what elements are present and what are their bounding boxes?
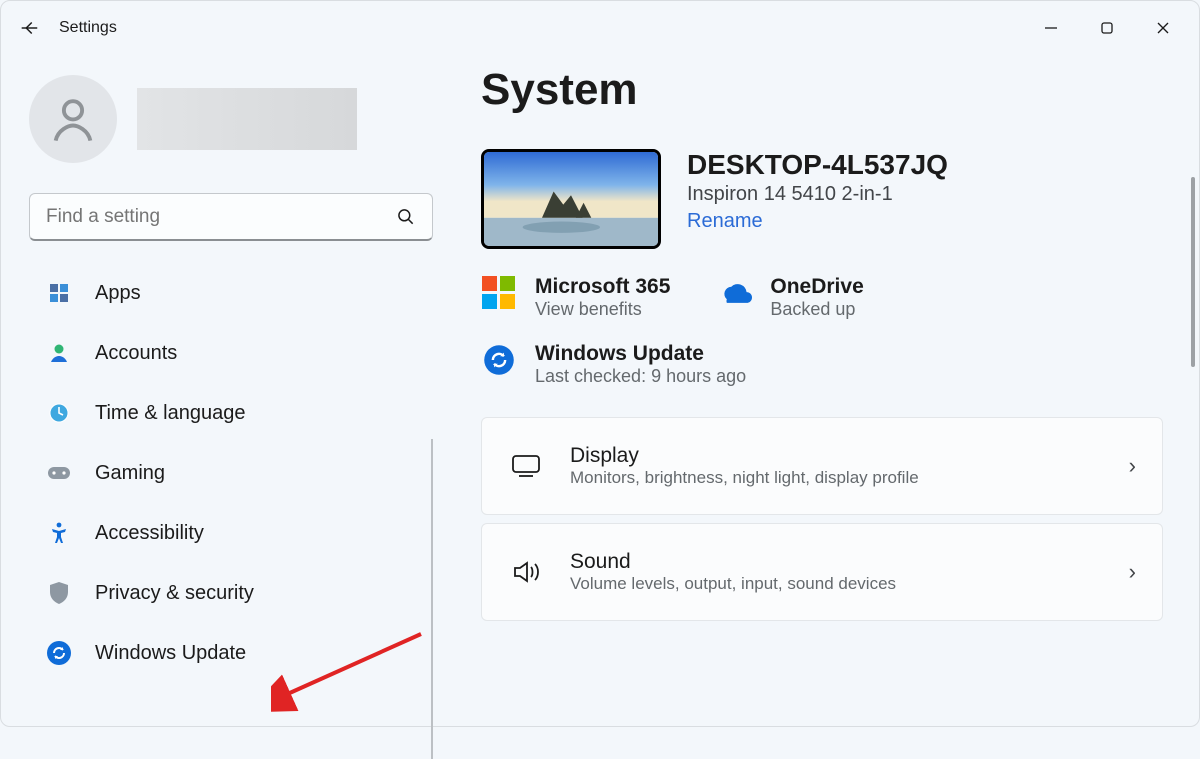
device-info: DESKTOP-4L537JQ Inspiron 14 5410 2-in-1 … [687, 149, 948, 233]
time-language-icon [45, 399, 73, 427]
scroll-divider [431, 439, 433, 759]
device-row: DESKTOP-4L537JQ Inspiron 14 5410 2-in-1 … [481, 149, 1163, 249]
nav-label: Time & language [95, 402, 245, 425]
nav-label: Windows Update [95, 642, 246, 665]
window-controls [1023, 8, 1191, 48]
page-heading: System [481, 65, 1163, 115]
service-onedrive[interactable]: OneDrive Backed up [716, 275, 863, 320]
nav-item-time-language[interactable]: Time & language [29, 389, 433, 437]
nav-item-accessibility[interactable]: Accessibility [29, 509, 433, 557]
microsoft-logo-icon [481, 275, 517, 311]
service-microsoft-365[interactable]: Microsoft 365 View benefits [481, 275, 670, 320]
nav-label: Accessibility [95, 522, 204, 545]
nav-label: Apps [95, 282, 141, 305]
service-title: OneDrive [770, 275, 863, 299]
service-row: Microsoft 365 View benefits OneDrive Bac… [481, 275, 1163, 320]
update-icon [481, 342, 517, 378]
nav-item-accounts[interactable]: Accounts [29, 329, 433, 377]
avatar [29, 75, 117, 163]
chevron-right-icon: › [1129, 559, 1136, 585]
nav-list: Apps Accounts Time & language Gaming [29, 269, 433, 677]
nav-item-apps[interactable]: Apps [29, 269, 433, 317]
gaming-icon [45, 459, 73, 487]
service-sub: View benefits [535, 299, 670, 320]
maximize-icon [1100, 21, 1114, 35]
windows-update-icon [45, 639, 73, 667]
nav-label: Privacy & security [95, 582, 254, 605]
search-box[interactable] [29, 193, 433, 241]
nav-label: Gaming [95, 462, 165, 485]
nav-label: Accounts [95, 342, 177, 365]
accounts-icon [45, 339, 73, 367]
close-button[interactable] [1135, 8, 1191, 48]
nav-item-privacy-security[interactable]: Privacy & security [29, 569, 433, 617]
close-icon [1156, 21, 1170, 35]
search-icon [396, 207, 416, 227]
onedrive-icon [716, 275, 752, 311]
device-model: Inspiron 14 5410 2-in-1 [687, 183, 948, 206]
apps-icon [45, 279, 73, 307]
settings-card-list: Display Monitors, brightness, night ligh… [481, 417, 1163, 621]
card-title: Display [570, 444, 1103, 468]
card-sub: Monitors, brightness, night light, displ… [570, 468, 1103, 488]
chevron-right-icon: › [1129, 453, 1136, 479]
app-title: Settings [59, 19, 117, 37]
display-icon [508, 448, 544, 484]
service-title: Microsoft 365 [535, 275, 670, 299]
title-bar: Settings [1, 1, 1199, 55]
sound-icon [508, 554, 544, 590]
scrollbar-thumb[interactable] [1191, 177, 1195, 367]
service-sub: Backed up [770, 299, 863, 320]
arrow-left-icon [18, 17, 40, 39]
minimize-button[interactable] [1023, 8, 1079, 48]
accessibility-icon [45, 519, 73, 547]
card-title: Sound [570, 550, 1103, 574]
nav-item-windows-update[interactable]: Windows Update [29, 629, 433, 677]
person-icon [47, 93, 99, 145]
user-name-placeholder [137, 88, 357, 150]
user-account-row[interactable] [29, 75, 433, 163]
nav-item-gaming[interactable]: Gaming [29, 449, 433, 497]
maximize-button[interactable] [1079, 8, 1135, 48]
search-input[interactable] [46, 206, 396, 228]
back-button[interactable] [9, 8, 49, 48]
device-thumbnail[interactable] [481, 149, 661, 249]
main-panel: System DESKTOP-4L537JQ Inspiron 14 5410 … [461, 55, 1199, 726]
privacy-security-icon [45, 579, 73, 607]
service-title: Windows Update [535, 342, 746, 366]
card-display[interactable]: Display Monitors, brightness, night ligh… [481, 417, 1163, 515]
sidebar: Apps Accounts Time & language Gaming [1, 55, 461, 726]
device-name: DESKTOP-4L537JQ [687, 149, 948, 181]
card-sub: Volume levels, output, input, sound devi… [570, 574, 1103, 594]
card-sound[interactable]: Sound Volume levels, output, input, soun… [481, 523, 1163, 621]
minimize-icon [1044, 21, 1058, 35]
service-windows-update[interactable]: Windows Update Last checked: 9 hours ago [481, 342, 1163, 387]
service-sub: Last checked: 9 hours ago [535, 366, 746, 387]
rename-link[interactable]: Rename [687, 210, 763, 233]
